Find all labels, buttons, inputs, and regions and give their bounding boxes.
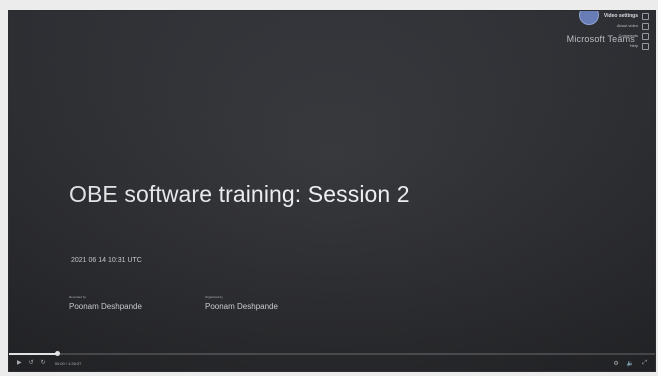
player-controls-left: ▶ ↺ ↻ 00:00 / 1:26:37 [17,359,81,367]
comment-icon [642,32,649,40]
recorded-by-label: Recorded by [69,295,87,299]
help-icon [642,42,649,50]
recorded-by-value: Poonam Deshpande [69,302,142,311]
time-readout: 00:00 / 1:26:37 [54,360,82,366]
gear-icon [642,12,649,20]
rewind-icon[interactable]: ↺ [29,359,34,367]
forward-icon[interactable]: ↻ [41,359,46,367]
recorded-by-block: Recorded by Poonam Deshpande [69,295,142,311]
menu-item-label: About video [616,23,638,28]
organized-by-label: Organized by [205,295,223,299]
recording-date: 2021 06 14 10:31 UTC [71,257,142,264]
menu-item-about-video[interactable]: About video [604,21,649,31]
organized-by-block: Organized by Poonam Deshpande [205,295,278,311]
organized-by-value: Poonam Deshpande [205,302,278,311]
info-icon [642,22,649,30]
menu-item-label: Video settings [603,13,638,19]
video-title: OBE software training: Session 2 [69,181,410,207]
overlay-menu: Video settings About video Comments Help [604,11,649,51]
fullscreen-icon[interactable]: ⤢ [642,360,647,367]
avatar[interactable] [579,11,599,25]
menu-item-video-settings[interactable]: Video settings [604,11,649,21]
settings-icon[interactable]: ⚙ [613,360,618,367]
brand-label: Microsoft Teams [566,34,635,44]
progress-bar[interactable] [9,351,655,356]
video-player[interactable]: Video settings About video Comments Help… [8,10,656,372]
app-window: Video settings About video Comments Help… [0,0,658,376]
progress-fill [9,353,58,355]
volume-icon[interactable]: 🔈 [627,360,634,367]
play-icon[interactable]: ▶ [17,359,22,367]
progress-handle[interactable] [55,351,61,356]
player-controls-right: ⚙ 🔈 ⤢ [613,360,647,367]
